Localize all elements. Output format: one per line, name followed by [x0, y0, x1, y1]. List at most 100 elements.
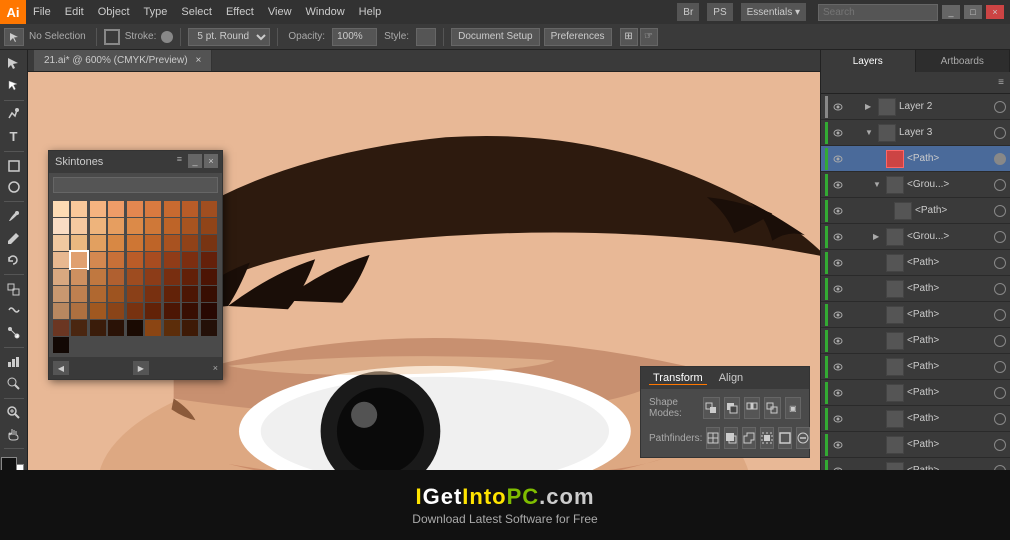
transform-tab[interactable]: Transform — [649, 372, 707, 385]
swatch-11[interactable] — [90, 218, 106, 234]
zoom-tool[interactable] — [2, 403, 26, 423]
skintones-forward-btn[interactable]: ▶ — [133, 361, 149, 375]
swatch-4[interactable] — [127, 201, 143, 217]
skintones-search-input[interactable] — [53, 177, 218, 193]
column-graph-tool[interactable] — [2, 352, 26, 372]
rotate-tool[interactable] — [2, 250, 26, 270]
layer-visibility-icon[interactable] — [831, 256, 845, 270]
text-tool[interactable]: T — [2, 127, 26, 147]
swatch-72[interactable] — [53, 337, 69, 353]
layer-target-indicator[interactable] — [994, 439, 1006, 451]
layer-visibility-icon[interactable] — [831, 282, 845, 296]
swatch-3[interactable] — [108, 201, 124, 217]
swatch-32[interactable] — [145, 252, 161, 268]
layer-visibility-icon[interactable] — [831, 230, 845, 244]
swatch-34[interactable] — [182, 252, 198, 268]
shape-mode-subtract-btn[interactable] — [724, 397, 740, 419]
layers-tab[interactable]: Layers — [821, 50, 916, 72]
layer-visibility-icon[interactable] — [831, 204, 845, 218]
stroke-style-round[interactable] — [161, 31, 173, 43]
close-button[interactable]: × — [986, 5, 1004, 19]
swatch-45[interactable] — [53, 286, 69, 302]
layer-lock-icon[interactable] — [848, 178, 862, 192]
layer-target-indicator[interactable] — [994, 335, 1006, 347]
swatch-66[interactable] — [108, 320, 124, 336]
layer-lock-icon[interactable] — [848, 230, 862, 244]
swatch-23[interactable] — [145, 235, 161, 251]
skintones-menu-btn[interactable]: ≡ — [177, 154, 182, 168]
symbol-sprayer-tool[interactable] — [2, 374, 26, 394]
swatch-28[interactable] — [71, 252, 87, 268]
layer-target-indicator[interactable] — [994, 309, 1006, 321]
layer-item[interactable]: <Path> — [821, 328, 1010, 354]
pathfinder-divide-btn[interactable] — [706, 427, 720, 449]
document-setup-button[interactable]: Document Setup — [451, 28, 540, 46]
swatch-52[interactable] — [182, 286, 198, 302]
layer-item[interactable]: <Path> — [821, 406, 1010, 432]
swatch-35[interactable] — [201, 252, 217, 268]
swatch-50[interactable] — [145, 286, 161, 302]
layer-lock-icon[interactable] — [848, 152, 862, 166]
layer-item[interactable]: <Path> — [821, 302, 1010, 328]
swatch-5[interactable] — [145, 201, 161, 217]
menu-object[interactable]: Object — [91, 0, 137, 24]
menu-select[interactable]: Select — [174, 0, 219, 24]
swatch-47[interactable] — [90, 286, 106, 302]
layer-item[interactable]: ▼<Grou...> — [821, 172, 1010, 198]
pathfinder-merge-btn[interactable] — [742, 427, 756, 449]
swatch-15[interactable] — [164, 218, 180, 234]
document-close-icon[interactable]: × — [196, 55, 202, 66]
selection-tool-icon[interactable] — [4, 28, 24, 46]
swatch-31[interactable] — [127, 252, 143, 268]
swatch-24[interactable] — [164, 235, 180, 251]
skintones-options-icon[interactable]: × — [213, 363, 218, 373]
layer-item[interactable]: <Path> — [821, 198, 1010, 224]
cursor-tool-icon[interactable]: ☞ — [640, 28, 658, 46]
swatch-53[interactable] — [201, 286, 217, 302]
workspace-selector[interactable]: Essentials ▾ — [741, 3, 806, 21]
menu-view[interactable]: View — [261, 0, 299, 24]
layer-expand-icon[interactable]: ▶ — [873, 232, 883, 241]
swatch-0[interactable] — [53, 201, 69, 217]
align-tab[interactable]: Align — [715, 372, 747, 384]
maximize-button[interactable]: □ — [964, 5, 982, 19]
swatch-12[interactable] — [108, 218, 124, 234]
scale-tool[interactable] — [2, 279, 26, 299]
swatch-43[interactable] — [182, 269, 198, 285]
swatch-68[interactable] — [145, 320, 161, 336]
swatch-30[interactable] — [108, 252, 124, 268]
swatch-64[interactable] — [71, 320, 87, 336]
swatch-17[interactable] — [201, 218, 217, 234]
bridge-btn[interactable]: Br — [677, 3, 699, 21]
swatch-33[interactable] — [164, 252, 180, 268]
swatch-39[interactable] — [108, 269, 124, 285]
swatch-6[interactable] — [164, 201, 180, 217]
layer-visibility-icon[interactable] — [831, 152, 845, 166]
menu-window[interactable]: Window — [299, 0, 352, 24]
layer-target-indicator[interactable] — [994, 283, 1006, 295]
swatch-1[interactable] — [71, 201, 87, 217]
swatch-38[interactable] — [90, 269, 106, 285]
minimize-button[interactable]: _ — [942, 5, 960, 19]
pathfinder-minus-back-btn[interactable] — [796, 427, 810, 449]
skintones-close-btn[interactable]: × — [204, 154, 218, 168]
swatch-51[interactable] — [164, 286, 180, 302]
swatch-44[interactable] — [201, 269, 217, 285]
direct-select-tool[interactable] — [2, 76, 26, 96]
swatch-65[interactable] — [90, 320, 106, 336]
layer-expand-icon[interactable]: ▶ — [865, 102, 875, 111]
swatch-25[interactable] — [182, 235, 198, 251]
layer-item[interactable]: <Path> — [821, 432, 1010, 458]
canvas-area[interactable]: 21.ai* @ 600% (CMYK/Preview) × — [28, 50, 820, 518]
skintones-minimize-btn[interactable]: _ — [188, 154, 202, 168]
swatch-8[interactable] — [201, 201, 217, 217]
pathfinder-outline-btn[interactable] — [778, 427, 792, 449]
layer-visibility-icon[interactable] — [831, 126, 845, 140]
layer-target-indicator[interactable] — [994, 153, 1006, 165]
rectangle-tool[interactable] — [2, 156, 26, 176]
opacity-input[interactable] — [332, 28, 377, 46]
layer-visibility-icon[interactable] — [831, 100, 845, 114]
hand-tool[interactable] — [2, 425, 26, 445]
swatch-14[interactable] — [145, 218, 161, 234]
shape-mode-intersect-btn[interactable] — [744, 397, 760, 419]
